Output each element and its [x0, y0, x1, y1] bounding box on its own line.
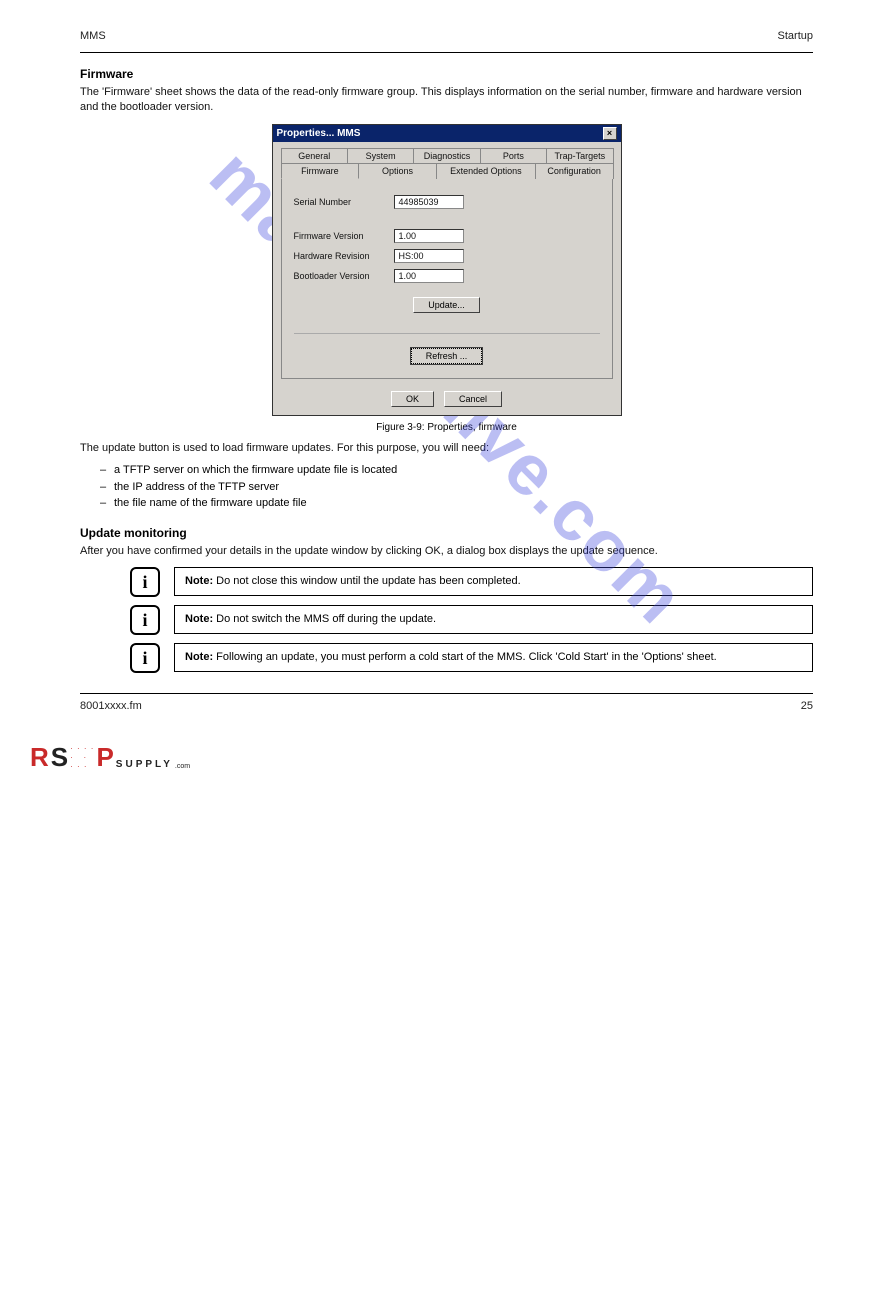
note-text-2: Do not switch the MMS off during the upd… — [216, 613, 436, 625]
footer-rule — [80, 693, 813, 694]
refresh-button-row: Refresh ... — [294, 348, 600, 364]
footer-left: 8001xxxx.fm — [80, 700, 142, 712]
info-note-1: i Note: Do not close this window until t… — [80, 567, 813, 597]
note-label-2: Note: — [185, 613, 213, 625]
note-label-1: Note: — [185, 575, 213, 587]
dash-icon: – — [100, 479, 114, 496]
logo-s: S — [51, 742, 68, 773]
field-hardware-revision: HS:00 — [394, 249, 464, 263]
info-icon: i — [130, 605, 160, 635]
logo-r: R — [30, 742, 49, 773]
logo-dots-icon: · · · ·· ·· · · — [70, 744, 94, 771]
info-box-2: Note: Do not switch the MMS off during t… — [174, 605, 813, 634]
label-hardware-revision: Hardware Revision — [294, 251, 394, 261]
label-firmware-version: Firmware Version — [294, 231, 394, 241]
note-label-3: Note: — [185, 651, 213, 663]
section-firmware-title: Firmware — [80, 67, 813, 81]
logo-supply: SUPPLY — [116, 759, 173, 770]
pick-list: –a TFTP server on which the firmware upd… — [100, 462, 813, 512]
logo-area: R S · · · ·· ·· · · P SUPPLY .com — [0, 732, 893, 773]
field-bootloader-version: 1.00 — [394, 269, 464, 283]
update-button[interactable]: Update... — [413, 297, 480, 313]
row-hardware-revision: Hardware Revision HS:00 — [294, 249, 600, 263]
tab-row-2: Firmware Options Extended Options Config… — [281, 163, 613, 179]
section-update-paragraph: After you have confirmed your details in… — [80, 544, 813, 559]
header-right: Startup — [778, 30, 813, 42]
tab-extended-options[interactable]: Extended Options — [436, 163, 536, 179]
document-page: manualshive.com MMS Startup Firmware The… — [0, 0, 893, 732]
panel-divider — [294, 333, 600, 334]
tab-options[interactable]: Options — [358, 163, 437, 179]
logo-com: .com — [175, 763, 190, 770]
section-update-title: Update monitoring — [80, 526, 813, 540]
cancel-button[interactable]: Cancel — [444, 391, 502, 407]
tab-system[interactable]: System — [347, 148, 414, 163]
page-footer: 8001xxxx.fm 25 — [80, 700, 813, 712]
dialog-panel: Serial Number 44985039 Firmware Version … — [281, 179, 613, 379]
note-text-1: Do not close this window until the updat… — [216, 575, 521, 587]
tab-trap-targets[interactable]: Trap-Targets — [546, 148, 613, 163]
label-bootloader-version: Bootloader Version — [294, 271, 394, 281]
tab-container: General System Diagnostics Ports Trap-Ta… — [273, 142, 621, 179]
tab-diagnostics[interactable]: Diagnostics — [413, 148, 480, 163]
refresh-button[interactable]: Refresh ... — [411, 348, 483, 364]
dialog-title: Properties... MMS — [277, 128, 361, 139]
pick-text-2: the IP address of the TFTP server — [114, 479, 279, 496]
properties-dialog: Properties... MMS × General System Diagn… — [272, 124, 622, 416]
tab-configuration[interactable]: Configuration — [535, 163, 614, 179]
ok-button[interactable]: OK — [391, 391, 434, 407]
header-rule — [80, 52, 813, 53]
picks-intro: The update button is used to load firmwa… — [80, 441, 813, 456]
section-firmware-paragraph: The 'Firmware' sheet shows the data of t… — [80, 85, 813, 116]
tab-ports[interactable]: Ports — [480, 148, 547, 163]
header-left: MMS — [80, 30, 106, 42]
dash-icon: – — [100, 462, 114, 479]
dialog-footer: OK Cancel — [273, 385, 621, 415]
tab-firmware[interactable]: Firmware — [281, 163, 360, 179]
info-icon: i — [130, 567, 160, 597]
footer-right: 25 — [801, 700, 813, 712]
page-header: MMS Startup — [80, 30, 813, 42]
update-button-row: Update... — [294, 297, 600, 313]
pick-item-1: –a TFTP server on which the firmware upd… — [100, 462, 813, 479]
info-note-3: i Note: Following an update, you must pe… — [80, 643, 813, 673]
row-firmware-version: Firmware Version 1.00 — [294, 229, 600, 243]
row-bootloader-version: Bootloader Version 1.00 — [294, 269, 600, 283]
pick-text-1: a TFTP server on which the firmware upda… — [114, 462, 397, 479]
dialog-figure: Properties... MMS × General System Diagn… — [80, 124, 813, 416]
tab-row-1: General System Diagnostics Ports Trap-Ta… — [281, 148, 613, 163]
pick-item-3: –the file name of the firmware update fi… — [100, 495, 813, 512]
info-note-2: i Note: Do not switch the MMS off during… — [80, 605, 813, 635]
info-icon: i — [130, 643, 160, 673]
logo-p: P — [96, 742, 113, 773]
info-box-1: Note: Do not close this window until the… — [174, 567, 813, 596]
pick-text-3: the file name of the firmware update fil… — [114, 495, 307, 512]
note-text-3: Following an update, you must perform a … — [216, 651, 717, 663]
dash-icon: – — [100, 495, 114, 512]
label-serial: Serial Number — [294, 197, 394, 207]
pick-item-2: –the IP address of the TFTP server — [100, 479, 813, 496]
field-firmware-version: 1.00 — [394, 229, 464, 243]
close-icon[interactable]: × — [603, 127, 617, 140]
row-serial: Serial Number 44985039 — [294, 195, 600, 209]
tab-general[interactable]: General — [281, 148, 348, 163]
info-box-3: Note: Following an update, you must perf… — [174, 643, 813, 672]
dialog-titlebar: Properties... MMS × — [273, 125, 621, 142]
field-serial: 44985039 — [394, 195, 464, 209]
rsp-supply-logo: R S · · · ·· ·· · · P SUPPLY .com — [30, 742, 893, 773]
figure-caption: Figure 3-9: Properties, firmware — [80, 422, 813, 433]
